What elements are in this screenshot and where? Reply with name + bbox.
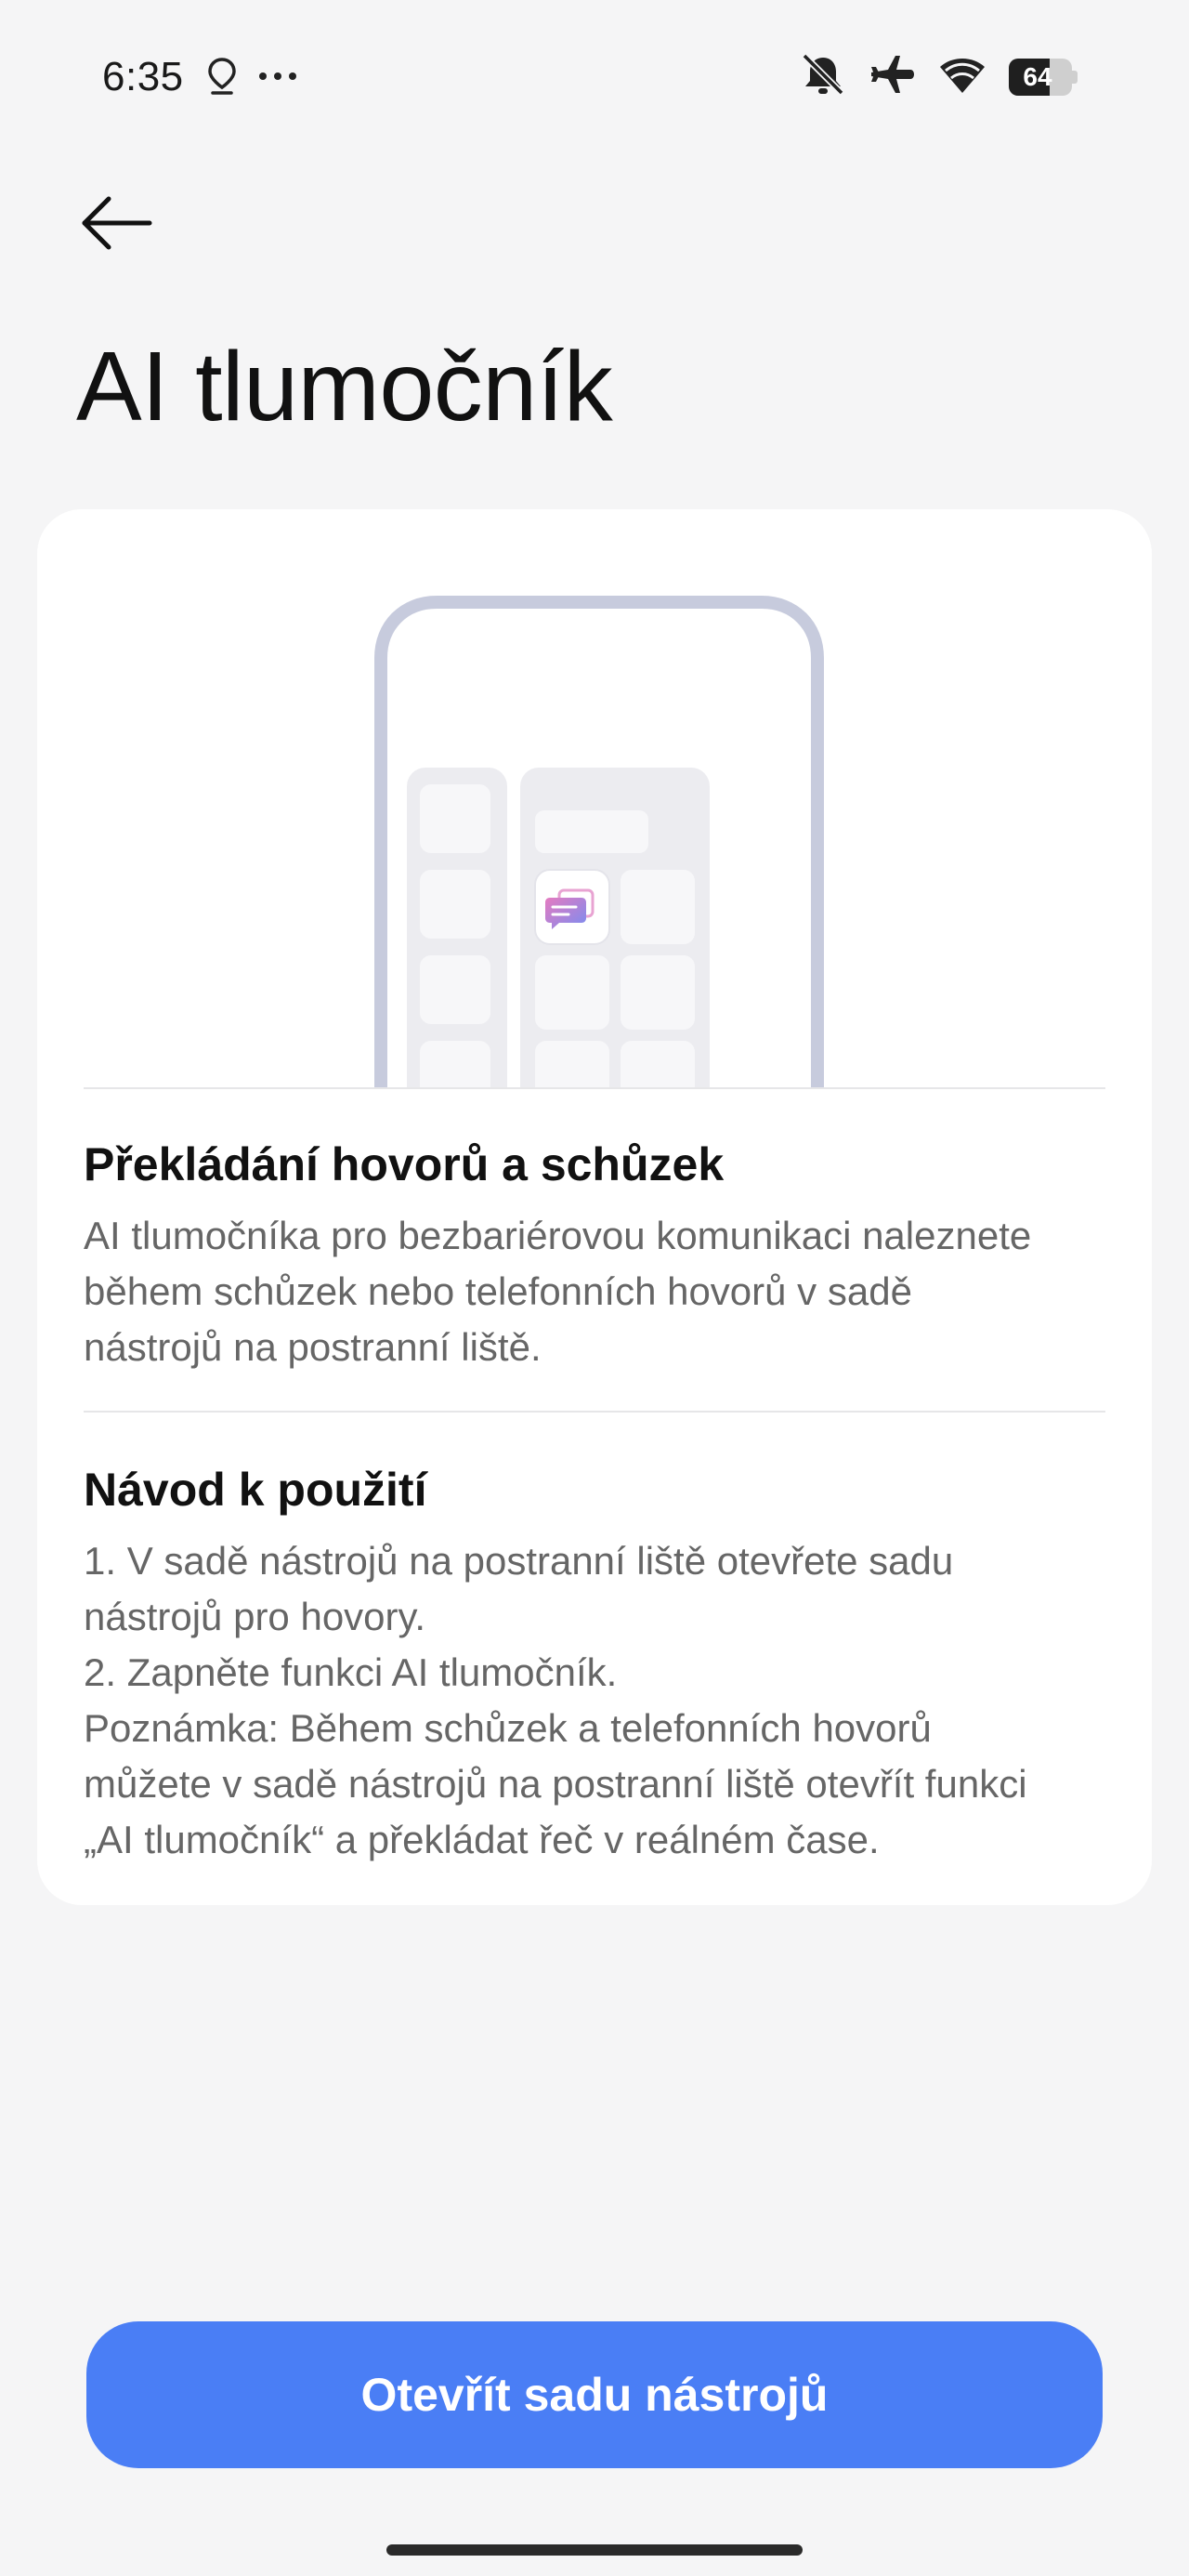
body-line: „AI tlumočník“ a překládat řeč v reálném… bbox=[84, 1818, 880, 1861]
divider bbox=[84, 1087, 1105, 1089]
page-title: AI tlumočník bbox=[76, 332, 613, 441]
back-button[interactable] bbox=[65, 177, 167, 269]
screen: 6:35 64 AI tlumočník Překládání hovorů a… bbox=[0, 0, 1189, 2576]
section-body-instructions: 1. V sadě nástrojů na postranní liště ot… bbox=[84, 1533, 1115, 1868]
more-dots-icon bbox=[258, 69, 297, 85]
open-toolbox-button[interactable]: Otevřít sadu nástrojů bbox=[86, 2321, 1103, 2468]
location-pin-icon bbox=[206, 56, 238, 101]
battery-level: 64 bbox=[1023, 61, 1052, 91]
body-line: Poznámka: Během schůzek a telefonních ho… bbox=[84, 1706, 932, 1750]
status-time: 6:35 bbox=[102, 54, 184, 99]
section-body-translation: AI tlumočníka pro bezbariérovou komunika… bbox=[84, 1208, 1115, 1375]
status-icons: 64 bbox=[799, 52, 1078, 101]
phone-illustration bbox=[374, 596, 824, 1087]
body-line: nástrojů na postranní liště. bbox=[84, 1325, 542, 1369]
divider bbox=[84, 1411, 1105, 1413]
body-line: 1. V sadě nástrojů na postranní liště ot… bbox=[84, 1539, 954, 1583]
back-arrow-icon bbox=[82, 196, 152, 250]
wifi-icon bbox=[936, 54, 988, 99]
section-title-translation: Překládání hovorů a schůzek bbox=[84, 1138, 725, 1190]
body-line: nástrojů pro hovory. bbox=[84, 1595, 426, 1638]
body-line: AI tlumočníka pro bezbariérovou komunika… bbox=[84, 1214, 1032, 1257]
mute-bell-icon bbox=[799, 52, 847, 101]
home-indicator[interactable] bbox=[386, 2544, 803, 2556]
section-title-instructions: Návod k použití bbox=[84, 1464, 427, 1516]
body-line: 2. Zapněte funkci AI tlumočník. bbox=[84, 1650, 618, 1694]
airplane-icon bbox=[868, 52, 916, 101]
battery-icon: 64 bbox=[1009, 58, 1078, 96]
body-line: můžete v sadě nástrojů na postranní lišt… bbox=[84, 1762, 1027, 1806]
status-bar: 6:35 64 bbox=[0, 0, 1189, 158]
body-line: během schůzek nebo telefonních hovorů v … bbox=[84, 1269, 912, 1313]
info-card: Překládání hovorů a schůzek AI tlumočník… bbox=[37, 509, 1152, 1905]
